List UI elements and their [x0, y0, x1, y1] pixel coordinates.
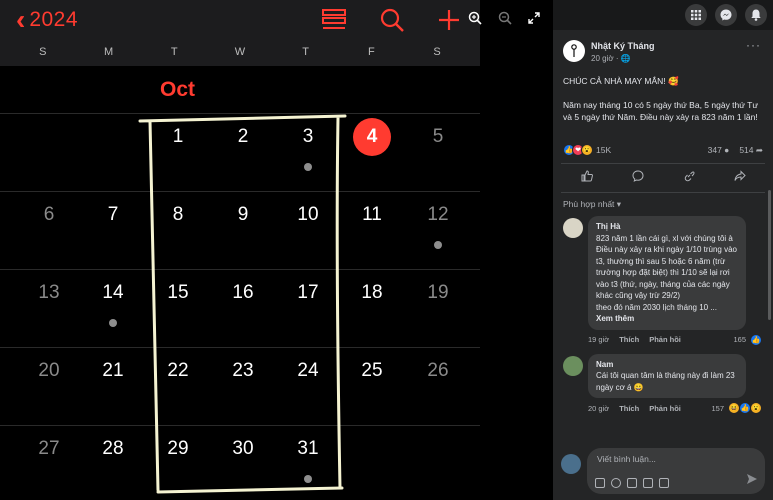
chevron-down-icon: ▾ — [616, 199, 622, 209]
thumbs-up-icon — [581, 170, 593, 182]
like-button[interactable] — [581, 169, 593, 187]
post-time[interactable]: 20 giờ — [591, 54, 614, 63]
commenter-name[interactable]: Thị Hà — [596, 221, 738, 233]
share-count-icon: ➦ — [755, 144, 763, 155]
comment-text: theo đó năm 2030 lịch tháng 10 ... — [596, 302, 717, 312]
reaction-count: 15K — [596, 145, 612, 155]
post-header: Nhật Ký Tháng 20 giờ · 🌐 ··· — [553, 30, 773, 63]
comment-text: Điều này xảy ra khi ngày 1/10 trùng vào … — [596, 245, 737, 300]
more-options-icon[interactable]: ··· — [746, 38, 761, 52]
notifications-button[interactable] — [745, 4, 767, 26]
comment-count-icon: ● — [724, 145, 730, 155]
send-icon — [747, 474, 757, 484]
post-line: CHÚC CẢ NHÀ MAY MẮN! 🥰 — [563, 76, 679, 86]
comment-text: 823 năm 1 lần cái gì, xl với chúng tôi à — [596, 233, 733, 243]
user-avatar[interactable] — [561, 454, 581, 474]
comment-reply-button[interactable]: Phản hồi — [649, 404, 681, 413]
send-button[interactable] — [747, 471, 757, 489]
expand-icon — [528, 12, 540, 24]
share-count-value: 514 — [739, 144, 754, 155]
comment-time[interactable]: 20 giờ — [588, 404, 609, 413]
post-sidebar: Nhật Ký Tháng 20 giờ · 🌐 ··· CHÚC CẢ NHÀ… — [553, 0, 773, 500]
zoom-in-icon — [468, 11, 482, 25]
comment-reply-button[interactable]: Phản hồi — [649, 335, 681, 344]
commenter-avatar[interactable] — [563, 218, 583, 238]
post-actions — [561, 163, 765, 193]
comment-like-button[interactable]: Thích — [619, 404, 639, 413]
like-reaction-icon: 👍 — [750, 333, 762, 346]
sort-label: Phù hợp nhất — [563, 199, 615, 209]
zoom-out-button[interactable] — [495, 8, 515, 28]
comment-meta: 19 giờ Thích Phản hồi 165 👍 — [553, 330, 773, 346]
comment-sort-dropdown[interactable]: Phù hợp nhất ▾ — [553, 193, 773, 216]
comment-reactions[interactable]: 157 😆 👍 😮 — [711, 402, 762, 414]
avatar-sticker-icon[interactable] — [595, 478, 605, 488]
grid-menu-icon — [691, 10, 701, 20]
share-icon — [734, 170, 746, 181]
share-button[interactable] — [734, 169, 746, 187]
commenter-name[interactable]: Nam — [596, 359, 738, 371]
post-stats: 👍 ❤ 😮 15K 347 ● 514 ➦ — [553, 135, 773, 157]
comment-like-count: 157 — [711, 403, 724, 413]
comment-bubble: Thị Hà 823 năm 1 lần cái gì, xl với chún… — [588, 216, 746, 330]
gif-icon[interactable] — [643, 478, 653, 488]
messenger-icon — [720, 9, 732, 21]
post-line: Năm nay tháng 10 có 5 ngày thứ Ba, 5 ngà… — [563, 100, 759, 122]
comment-icon — [631, 170, 644, 182]
comment-count-value: 347 — [707, 145, 722, 155]
top-bar — [553, 0, 773, 30]
globe-icon: 🌐 — [620, 54, 631, 63]
comment-button[interactable] — [631, 169, 644, 187]
comment-input[interactable]: Viết bình luận... — [587, 448, 765, 494]
comment-bubble: Nam Cái tôi quan tâm là tháng này đi làm… — [588, 353, 746, 398]
link-icon — [684, 171, 695, 182]
share-count[interactable]: 514 ➦ — [739, 145, 763, 156]
page-avatar[interactable] — [563, 40, 585, 62]
comment-reactions[interactable]: 165 👍 — [733, 333, 762, 346]
comment-like-button[interactable]: Thích — [619, 335, 639, 344]
copy-link-button[interactable] — [683, 169, 695, 187]
post-body: CHÚC CẢ NHÀ MAY MẮN! 🥰 Năm nay tháng 10 … — [553, 63, 773, 123]
comment-time[interactable]: 19 giờ — [588, 335, 609, 344]
calendar-screenshot: ‹ 2024 SMTWTFS Oct 1 2 3 4 5 6 7 8 9 10 11 12 13 14 15… — [0, 0, 480, 500]
scrollbar[interactable] — [768, 190, 771, 320]
comment: Thị Hà 823 năm 1 lần cái gì, xl với chún… — [553, 216, 773, 330]
page-logo-icon — [571, 44, 577, 57]
comment-placeholder: Viết bình luận... — [597, 454, 656, 464]
post-meta: 20 giờ · 🌐 — [591, 54, 631, 63]
zoom-in-button[interactable] — [465, 8, 485, 28]
comment-meta: 20 giờ Thích Phản hồi 157 😆 👍 😮 — [553, 398, 773, 414]
see-more-link[interactable]: Xem thêm — [596, 313, 738, 325]
zoom-out-icon — [498, 11, 512, 25]
sticker-icon[interactable] — [659, 478, 669, 488]
page-name[interactable]: Nhật Ký Tháng — [591, 41, 655, 51]
commenter-avatar[interactable] — [563, 355, 583, 376]
hand-drawn-outline — [138, 114, 347, 494]
wow-reaction-icon: 😮 — [581, 144, 593, 156]
comment: Nam Cái tôi quan tâm là tháng này đi làm… — [553, 353, 773, 398]
emoji-icon[interactable] — [611, 478, 621, 488]
comment-count[interactable]: 347 ● — [708, 145, 730, 155]
camera-icon[interactable] — [627, 478, 637, 488]
comment-like-count: 165 — [733, 335, 746, 344]
bell-icon — [751, 9, 761, 21]
photo-viewer: ‹ 2024 SMTWTFS Oct 1 2 3 4 5 6 7 8 9 10 11 12 13 14 15… — [0, 0, 553, 500]
menu-button[interactable] — [685, 4, 707, 26]
fullscreen-button[interactable] — [524, 8, 544, 28]
messenger-button[interactable] — [715, 4, 737, 26]
wow-reaction-icon: 😮 — [750, 402, 762, 414]
comment-composer: Viết bình luận... — [553, 442, 773, 500]
comment-text: Cái tôi quan tâm là tháng này đi làm 23 … — [596, 371, 735, 392]
reactions[interactable]: 👍 ❤ 😮 15K — [563, 144, 611, 156]
